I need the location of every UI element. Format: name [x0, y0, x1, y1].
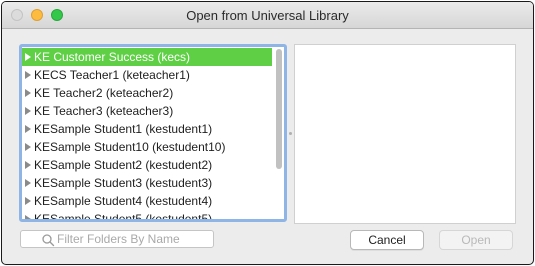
- disclosure-triangle-icon[interactable]: [25, 197, 31, 205]
- disclosure-triangle-icon[interactable]: [25, 107, 31, 115]
- folder-list-item[interactable]: KE Teacher3 (keteacher3): [22, 102, 272, 120]
- search-icon: [42, 234, 55, 247]
- folder-list-item[interactable]: KE Customer Success (kecs): [22, 48, 272, 66]
- cancel-button[interactable]: Cancel: [350, 230, 424, 250]
- folder-list-item-label: KESample Student2 (kestudent2): [34, 158, 213, 172]
- folder-contents-pane[interactable]: [294, 44, 516, 224]
- open-dialog-window: Open from Universal Library KE Customer …: [1, 1, 534, 265]
- folder-list-rows: KE Customer Success (kecs) KECS Teacher1 …: [22, 48, 272, 222]
- disclosure-triangle-icon[interactable]: [25, 179, 31, 187]
- open-button[interactable]: Open: [439, 230, 513, 250]
- filter-folders-input[interactable]: [57, 231, 207, 247]
- folder-list-item[interactable]: KESample Student2 (kestudent2): [22, 156, 272, 174]
- folder-list-item-label: KESample Student5 (kestudent5): [34, 212, 213, 222]
- folder-list-item-label: KECS Teacher1 (keteacher1): [34, 68, 190, 82]
- disclosure-triangle-icon[interactable]: [25, 161, 31, 169]
- folder-list-item-label: KESample Student4 (kestudent4): [34, 194, 213, 208]
- folder-list-item-label: KESample Student3 (kestudent3): [34, 176, 213, 190]
- disclosure-triangle-icon[interactable]: [25, 125, 31, 133]
- folder-list-item[interactable]: KE Teacher2 (keteacher2): [22, 84, 272, 102]
- folder-list-item-label: KE Teacher2 (keteacher2): [34, 86, 174, 100]
- pane-splitter-handle[interactable]: [289, 132, 292, 135]
- filter-folders-field[interactable]: [20, 230, 214, 248]
- disclosure-triangle-icon[interactable]: [25, 53, 31, 61]
- folder-list-item[interactable]: KESample Student1 (kestudent1): [22, 120, 272, 138]
- folder-list-item[interactable]: KESample Student5 (kestudent5): [22, 210, 272, 222]
- disclosure-triangle-icon[interactable]: [25, 89, 31, 97]
- folder-list-item[interactable]: KESample Student4 (kestudent4): [22, 192, 272, 210]
- folder-list[interactable]: KE Customer Success (kecs) KECS Teacher1 …: [19, 44, 287, 222]
- folder-list-item-label: KESample Student10 (kestudent10): [34, 140, 226, 154]
- folder-list-item[interactable]: KESample Student3 (kestudent3): [22, 174, 272, 192]
- disclosure-triangle-icon[interactable]: [25, 215, 31, 219]
- folder-list-item-label: KE Customer Success (kecs): [34, 50, 191, 64]
- folder-list-item-label: KE Teacher3 (keteacher3): [34, 104, 174, 118]
- disclosure-triangle-icon[interactable]: [25, 143, 31, 151]
- folder-list-item[interactable]: KESample Student10 (kestudent10): [22, 138, 272, 156]
- disclosure-triangle-icon[interactable]: [25, 71, 31, 79]
- folder-list-item[interactable]: KECS Teacher1 (keteacher1): [22, 66, 272, 84]
- folder-list-scrollbar[interactable]: [276, 49, 282, 169]
- window-title: Open from Universal Library: [186, 8, 349, 23]
- folder-list-item-label: KESample Student1 (kestudent1): [34, 122, 213, 136]
- title-bar[interactable]: Open from Universal Library: [2, 2, 533, 29]
